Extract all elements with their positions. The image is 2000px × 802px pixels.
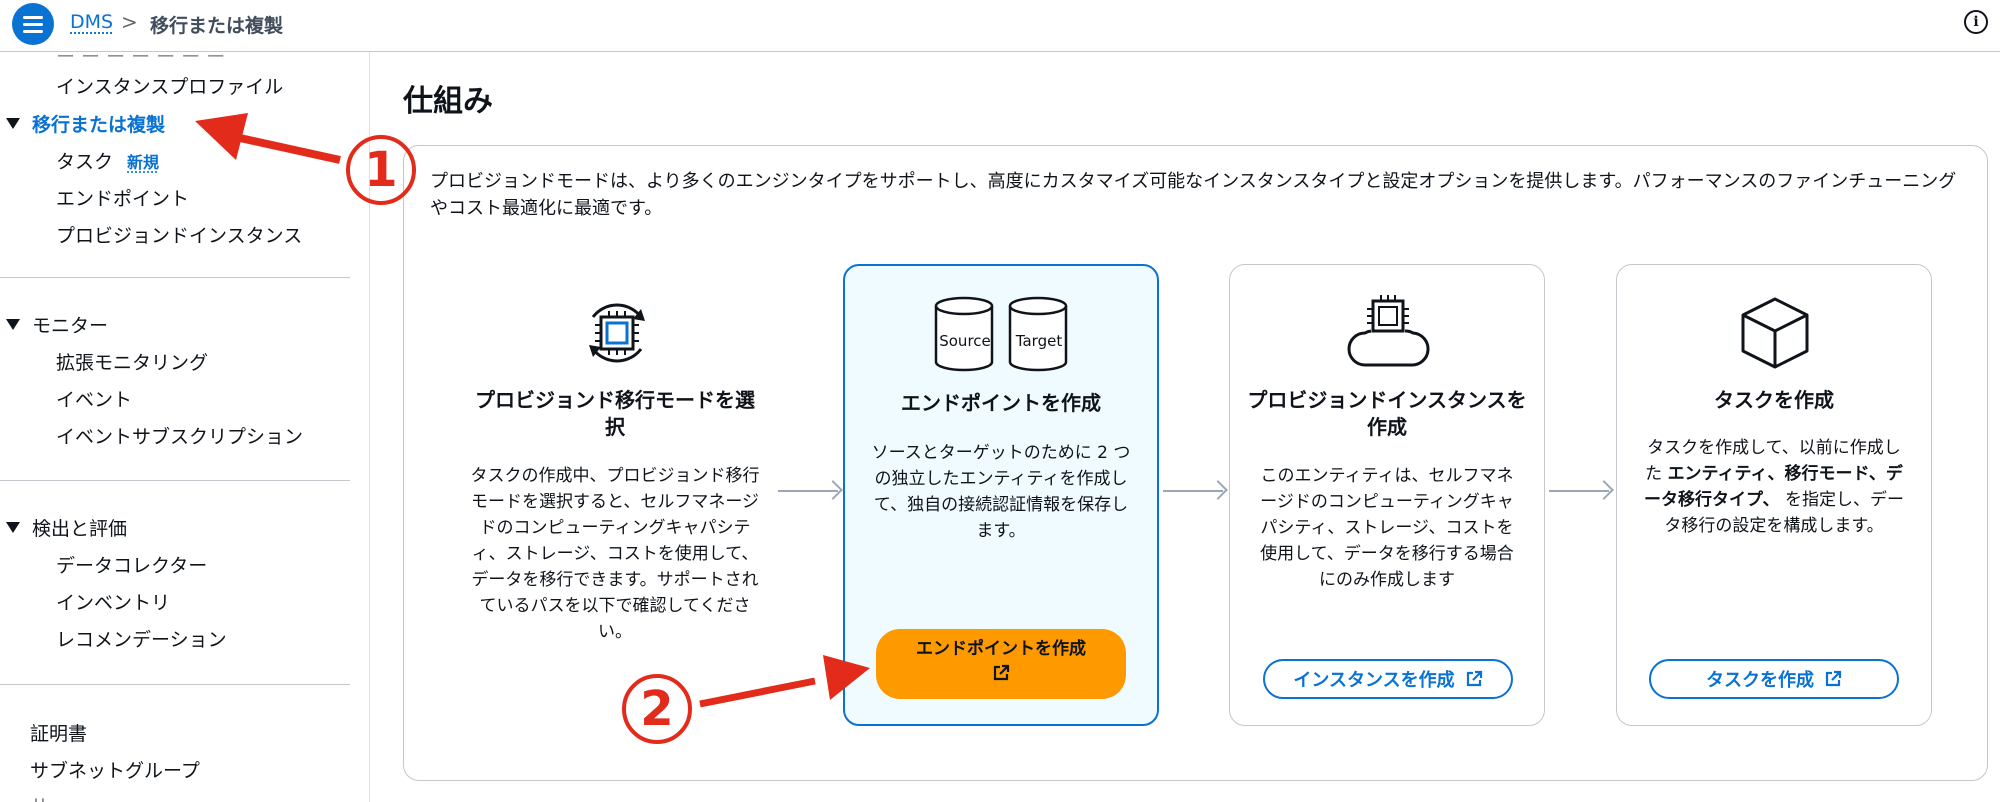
sidebar-item-inventory[interactable]: インベントリ	[56, 588, 170, 615]
sidebar-divider	[0, 277, 350, 278]
sidebar-item-clipped[interactable]: サ ー ー ー ー ー ー ー ー	[30, 792, 249, 802]
menu-line	[23, 29, 43, 33]
sidebar-item-subnet-groups[interactable]: サブネットグループ	[30, 756, 200, 783]
sidebar-group-label: 検出と評価	[32, 518, 128, 540]
menu-line	[23, 22, 43, 26]
panel-description: プロビジョンドモードは、より多くのエンジンタイプをサポートし、高度にカスタマイズ…	[430, 171, 1957, 219]
sidebar-item-recommendations[interactable]: レコメンデーション	[56, 625, 227, 652]
button-label: タスクを作成	[1706, 670, 1814, 691]
annotation-marker-1: 1	[346, 135, 416, 205]
sidebar-group-monitor[interactable]: モニター	[6, 311, 108, 338]
annotation-marker-2: 2	[622, 674, 692, 744]
external-link-icon	[993, 664, 1010, 681]
external-link-icon	[1466, 670, 1482, 687]
page-title: 仕組み	[403, 84, 493, 119]
step-title: タスクを作成	[1714, 388, 1834, 412]
step-title: プロビジョンド移行モードを選択	[475, 388, 755, 439]
sidebar-item-enhanced-monitoring[interactable]: 拡張モニタリング	[56, 348, 208, 375]
breadcrumb-chevron-icon: >	[121, 10, 138, 34]
new-badge: 新規	[127, 153, 160, 172]
expand-triangle-icon	[6, 118, 20, 129]
breadcrumb-current: 移行または複製	[150, 15, 284, 37]
hamburger-menu-button[interactable]	[12, 3, 54, 45]
expand-triangle-icon	[6, 522, 20, 533]
button-label: インスタンスを作成	[1293, 670, 1455, 691]
step-description: タスクを作成して、以前に作成した エンティティ、移行モード、データ移行タイプ、 …	[1617, 435, 1931, 539]
source-label: Source	[939, 332, 991, 350]
sidebar-item-data-collectors[interactable]: データコレクター	[56, 551, 207, 578]
chip-cycle-icon	[589, 303, 645, 363]
step-description: このエンティティは、セルフマネージドのコンピューティングキャパシティ、ストレージ…	[1260, 466, 1514, 590]
step-card-create-instance: プロビジョンドインスタンスを作成 このエンティティは、セルフマネージドのコンピュ…	[1229, 264, 1545, 726]
target-label: Target	[1015, 332, 1063, 350]
create-task-button[interactable]: タスクを作成	[1649, 659, 1899, 699]
step-description: ソースとターゲットのために 2 つの独立したエンティティを作成して、独自の接続認…	[871, 443, 1131, 541]
step-card-create-task: タスクを作成 タスクを作成して、以前に作成した エンティティ、移行モード、データ…	[1616, 264, 1932, 726]
step-arrow-icon	[778, 490, 838, 492]
menu-line	[23, 15, 43, 19]
sidebar-item-event-subscriptions[interactable]: イベントサブスクリプション	[56, 422, 303, 449]
sidebar-navigation: ー ー ー ー ー ー ー インスタンスプロファイル 移行または複製 タスク 新規…	[0, 52, 370, 802]
info-icon[interactable]: i	[1964, 10, 1988, 34]
step-card-select-mode: プロビジョンド移行モードを選択 タスクの作成中、プロビジョンド移行モードを選択す…	[455, 264, 775, 726]
sidebar-item-endpoints[interactable]: エンドポイント	[56, 184, 189, 211]
sidebar-group-label: 移行または複製	[32, 114, 166, 136]
expand-triangle-icon	[6, 319, 20, 330]
external-link-icon	[1825, 670, 1842, 687]
step-arrow-icon	[1163, 490, 1223, 492]
sidebar-item-provisioned-instances[interactable]: プロビジョンドインスタンス	[56, 221, 302, 248]
sidebar-item-instance-profile[interactable]: インスタンスプロファイル	[56, 72, 283, 99]
sidebar-item-label: タスク	[56, 151, 114, 173]
top-navigation-bar: DMS > 移行または複製 i	[0, 0, 2000, 52]
sidebar-item-certificates[interactable]: 証明書	[30, 719, 87, 746]
breadcrumb-home-link[interactable]: DMS	[70, 11, 113, 33]
step-title: エンドポイントを作成	[901, 391, 1101, 415]
step-arrow-icon	[1549, 490, 1609, 492]
sidebar-group-migrate-or-replicate[interactable]: 移行または複製	[6, 110, 165, 137]
create-instance-button[interactable]: インスタンスを作成	[1263, 659, 1513, 699]
sidebar-group-label: モニター	[32, 315, 109, 337]
sidebar-divider	[0, 480, 350, 481]
sidebar-group-discover-and-assess[interactable]: 検出と評価	[6, 514, 127, 541]
step-title: プロビジョンドインスタンスを作成	[1247, 388, 1527, 439]
create-endpoint-button[interactable]: エンドポイントを作成	[876, 629, 1126, 699]
cube-icon	[1741, 297, 1809, 369]
sidebar-item-events[interactable]: イベント	[56, 385, 132, 412]
sidebar-divider	[0, 684, 350, 685]
button-label: エンドポイントを作成	[916, 639, 1086, 659]
cloud-chip-icon	[1347, 295, 1430, 367]
sidebar-item-clipped[interactable]: ー ー ー ー ー ー ー	[56, 52, 225, 69]
step-description: タスクの作成中、プロビジョンド移行モードを選択すると、セルフマネージドのコンピュ…	[470, 466, 760, 642]
sidebar-item-tasks[interactable]: タスク 新規	[56, 147, 159, 174]
